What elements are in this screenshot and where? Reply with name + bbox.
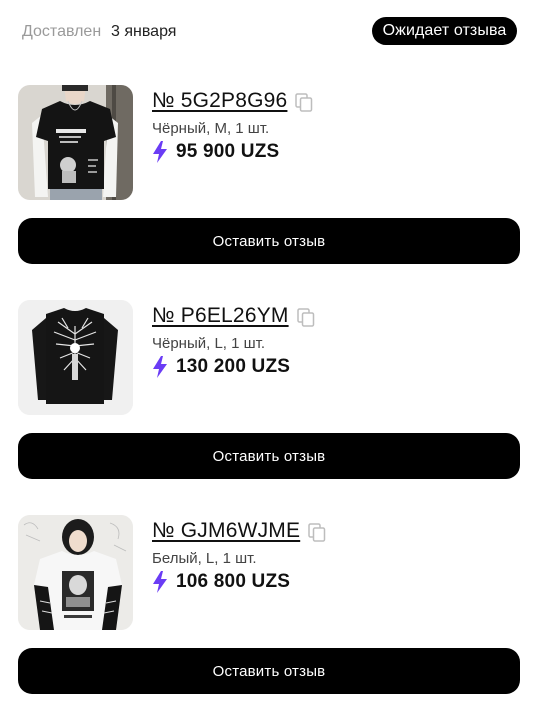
leave-review-button[interactable]: Оставить отзыв (18, 648, 520, 694)
copy-icon[interactable] (296, 308, 315, 328)
copy-icon[interactable] (308, 523, 326, 543)
product-image[interactable] (18, 85, 133, 200)
delivery-status-label: Доставлен (22, 23, 102, 40)
price-row: 106 800 UZS (152, 571, 290, 593)
leave-review-button[interactable]: Оставить отзыв (18, 433, 520, 479)
order-sku[interactable]: № 5G2P8G96 (152, 89, 287, 113)
product-price: 106 800 UZS (176, 571, 291, 592)
product-image[interactable] (18, 515, 133, 630)
price-row: 95 900 UZS (152, 141, 279, 163)
lightning-bolt-icon (152, 571, 168, 593)
order-sku[interactable]: № P6EL26YM (152, 304, 289, 328)
product-variant: Белый, L, 1 шт. (152, 550, 257, 567)
black-graphic-longsleeve-photo-icon (18, 300, 133, 415)
order-item: № P6EL26YM Чёрный, L, 1 шт. 130 200 UZS … (0, 300, 538, 500)
order-sku[interactable]: № GJM6WJME (152, 519, 300, 543)
copy-icon[interactable] (295, 93, 313, 113)
order-item: № 5G2P8G96 Чёрный, M, 1 шт. 95 900 UZS О… (0, 85, 538, 285)
sku-row: № 5G2P8G96 (152, 89, 313, 113)
status-badge: Ожидает отзыва (372, 17, 517, 45)
price-row: 130 200 UZS (152, 356, 290, 378)
sku-row: № P6EL26YM (152, 304, 315, 328)
white-anime-tshirt-photo-icon (18, 515, 133, 630)
order-item: № GJM6WJME Белый, L, 1 шт. 106 800 UZS О… (0, 515, 538, 715)
product-variant: Чёрный, L, 1 шт. (152, 335, 266, 352)
layered-tshirt-photo-icon (18, 85, 133, 200)
sku-row: № GJM6WJME (152, 519, 326, 543)
product-variant: Чёрный, M, 1 шт. (152, 120, 270, 137)
lightning-bolt-icon (152, 141, 168, 163)
product-price: 95 900 UZS (176, 141, 280, 162)
delivery-date: 3 января (111, 23, 177, 40)
product-image[interactable] (18, 300, 133, 415)
leave-review-button[interactable]: Оставить отзыв (18, 218, 520, 264)
product-price: 130 200 UZS (176, 356, 291, 377)
order-header: Доставлен 3 января Ожидает отзыва (0, 0, 538, 64)
lightning-bolt-icon (152, 356, 168, 378)
